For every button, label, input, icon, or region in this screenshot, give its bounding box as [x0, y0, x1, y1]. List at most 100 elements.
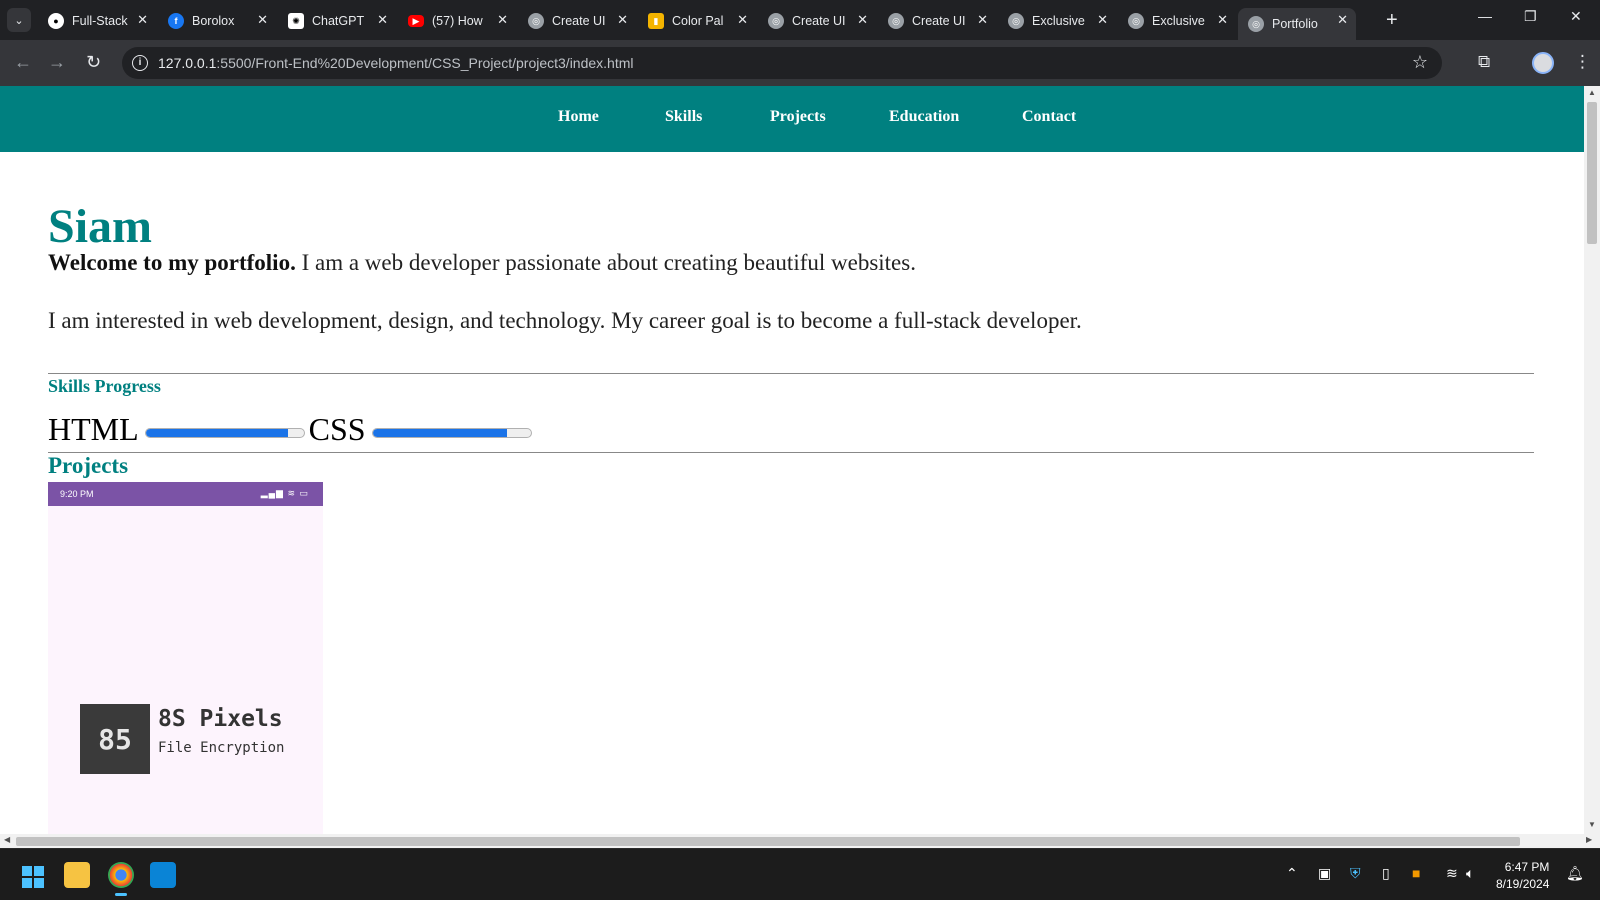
about-text: I am interested in web development, desi…: [48, 308, 1082, 333]
globe-icon: ◎: [888, 13, 904, 29]
tab-title: Full-Stack: [72, 14, 128, 28]
tab-search-button[interactable]: ⌄: [7, 8, 31, 32]
close-icon[interactable]: ✕: [1097, 12, 1108, 28]
app-logo: 85: [80, 704, 150, 774]
tab-exclusive-2[interactable]: ◎ Exclusive ✕: [1118, 8, 1236, 34]
horizontal-scrollbar[interactable]: ◀ ▶: [0, 834, 1600, 848]
page-viewport: Home Skills Projects Education Contact S…: [0, 86, 1584, 834]
notification-bell-icon[interactable]: 🔔︎: [1566, 865, 1584, 882]
close-icon[interactable]: ✕: [857, 12, 868, 28]
globe-icon: ◎: [1128, 13, 1144, 29]
tab-strip: ⌄ ● Full-Stack ✕ f Borolox ✕ ✺ ChatGPT ✕…: [0, 0, 1600, 40]
new-tab-button[interactable]: +: [1386, 8, 1398, 32]
progress-fill: [372, 429, 507, 437]
windows-taskbar: ⌃ ▣ ⛨ ▯ ■ ≋ 🔈︎ 6:47 PM 8/19/2024 🔔︎: [0, 848, 1600, 900]
chrome-icon[interactable]: [108, 862, 134, 896]
profile-avatar[interactable]: [1532, 52, 1554, 74]
volume-icon[interactable]: 🔈︎: [1466, 865, 1474, 882]
css-progress-bar: [371, 428, 532, 438]
nav-education[interactable]: Education: [889, 108, 959, 126]
globe-icon: ◎: [1008, 13, 1024, 29]
project-screenshot[interactable]: 9:20 PM ▂▄▆ ≋ ▭ 85 8S Pixels File Encryp…: [48, 482, 323, 834]
url-path: :5500/Front-End%20Development/CSS_Projec…: [216, 55, 634, 71]
system-clock[interactable]: 6:47 PM 8/19/2024: [1496, 859, 1549, 893]
vertical-scrollbar[interactable]: ▲ ▼: [1584, 86, 1600, 834]
file-explorer-icon[interactable]: [64, 862, 90, 888]
tab-create-ui-3[interactable]: ◎ Create UI ✕: [878, 8, 996, 34]
scroll-up-icon[interactable]: ▲: [1588, 88, 1596, 97]
phone-status-bar: 9:20 PM ▂▄▆ ≋ ▭: [48, 482, 323, 506]
tab-github[interactable]: ● Full-Stack ✕: [38, 8, 156, 34]
forward-arrow-icon[interactable]: →: [48, 52, 66, 72]
close-icon[interactable]: ✕: [737, 12, 748, 28]
site-navbar: Home Skills Projects Education Contact: [0, 86, 1584, 152]
tab-title: Create UI: [792, 14, 846, 28]
usb-icon[interactable]: ▯: [1382, 865, 1390, 882]
back-arrow-icon[interactable]: ←: [14, 52, 32, 72]
tray-chevron-icon[interactable]: ⌃: [1286, 865, 1298, 882]
bookmark-star-icon[interactable]: ☆: [1412, 52, 1428, 73]
close-icon[interactable]: ✕: [497, 12, 508, 28]
tab-title: Create UI: [912, 14, 966, 28]
app-brand-name: 8S Pixels: [158, 706, 283, 732]
nav-contact[interactable]: Contact: [1022, 108, 1076, 126]
vscode-icon[interactable]: [150, 862, 176, 888]
scroll-down-icon[interactable]: ▼: [1588, 820, 1596, 829]
intro-text: Welcome to my portfolio. I am a web deve…: [48, 250, 916, 276]
tab-title: Exclusive: [1152, 14, 1205, 28]
scroll-thumb[interactable]: [16, 837, 1520, 846]
close-icon[interactable]: ✕: [257, 12, 268, 28]
projects-heading: Projects: [48, 453, 129, 478]
status-time: 9:20 PM: [60, 489, 94, 499]
tab-exclusive-1[interactable]: ◎ Exclusive ✕: [998, 8, 1116, 34]
nav-projects[interactable]: Projects: [770, 108, 826, 126]
tray-extra-icon[interactable]: ■: [1412, 865, 1420, 881]
tab-title: (57) How: [432, 14, 483, 28]
tab-facebook[interactable]: f Borolox ✕: [158, 8, 276, 34]
tab-create-ui-2[interactable]: ◎ Create UI ✕: [758, 8, 876, 34]
facebook-icon: f: [168, 13, 184, 29]
extensions-icon[interactable]: ⧉: [1478, 52, 1490, 72]
close-icon[interactable]: ✕: [1337, 12, 1348, 28]
scroll-right-icon[interactable]: ▶: [1586, 835, 1592, 844]
restore-icon[interactable]: ❐: [1524, 8, 1537, 25]
close-icon[interactable]: ✕: [377, 12, 388, 28]
reload-icon[interactable]: ↻: [86, 52, 101, 72]
html-progress-bar: [144, 428, 305, 438]
nav-skills[interactable]: Skills: [665, 108, 702, 126]
tab-title: Borolox: [192, 14, 235, 28]
divider: [48, 373, 1534, 374]
window-close-icon[interactable]: ✕: [1570, 8, 1582, 25]
tab-create-ui-1[interactable]: ◎ Create UI ✕: [518, 8, 636, 34]
windows-start-icon[interactable]: [22, 866, 44, 888]
skill-label-css: CSS: [308, 410, 366, 447]
clock-time: 6:47 PM: [1504, 860, 1550, 874]
progress-fill: [145, 429, 288, 437]
site-info-icon[interactable]: i: [132, 55, 148, 71]
clock-date: 8/19/2024: [1496, 877, 1550, 891]
defender-icon[interactable]: ⛨: [1350, 865, 1361, 882]
tab-youtube[interactable]: ▶ (57) How ✕: [398, 8, 516, 34]
divider: [48, 452, 1534, 453]
tab-chatgpt[interactable]: ✺ ChatGPT ✕: [278, 8, 396, 34]
globe-icon: ◎: [768, 13, 784, 29]
address-bar[interactable]: i 127.0.0.1:5500/Front-End%20Development…: [122, 47, 1442, 79]
close-icon[interactable]: ✕: [137, 12, 148, 28]
tab-title: Exclusive: [1032, 14, 1085, 28]
minimize-icon[interactable]: —: [1478, 8, 1492, 24]
close-icon[interactable]: ✕: [1217, 12, 1228, 28]
scroll-left-icon[interactable]: ◀: [4, 835, 10, 844]
tab-portfolio[interactable]: ◎ Portfolio ✕: [1238, 8, 1356, 40]
tab-color-palette[interactable]: ▮ Color Pal ✕: [638, 8, 756, 34]
tray-app-icon[interactable]: ▣: [1318, 865, 1331, 882]
youtube-icon: ▶: [408, 15, 424, 27]
nav-home[interactable]: Home: [558, 108, 599, 126]
close-icon[interactable]: ✕: [617, 12, 628, 28]
scroll-thumb[interactable]: [1587, 102, 1597, 244]
tab-title: ChatGPT: [312, 14, 365, 28]
menu-kebab-icon[interactable]: ⋮: [1574, 52, 1591, 72]
url-host: 127.0.0.1: [158, 55, 217, 71]
skills-progress-row: HTML CSS: [48, 409, 536, 449]
wifi-icon[interactable]: ≋: [1446, 865, 1458, 882]
close-icon[interactable]: ✕: [977, 12, 988, 28]
